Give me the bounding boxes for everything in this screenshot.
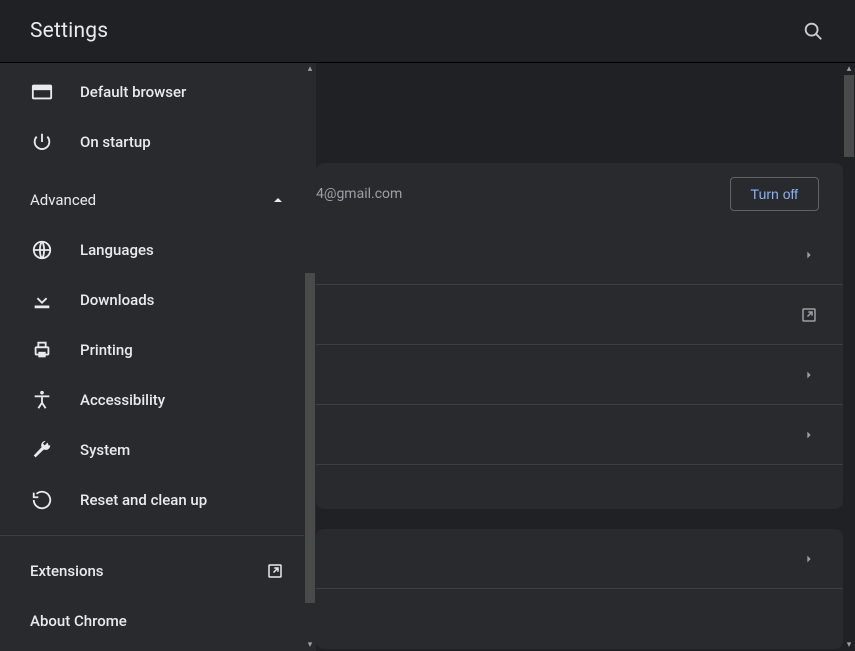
sync-card: 4@gmail.com Turn off <box>316 163 843 509</box>
chevron-right-icon <box>799 425 819 445</box>
sidebar-scrollbar[interactable]: ▴ ▾ <box>304 63 316 651</box>
settings-row[interactable] <box>316 225 843 285</box>
sidebar-bottom: Extensions About Chrome <box>0 535 304 646</box>
sidebar-item-label: On startup <box>80 133 284 151</box>
external-link-icon <box>266 562 284 580</box>
sidebar-item-label: Languages <box>80 241 284 259</box>
search-button[interactable] <box>801 19 825 43</box>
spacer <box>316 465 843 509</box>
sidebar-section-advanced[interactable]: Advanced <box>0 175 304 225</box>
sidebar-item-label: Default browser <box>80 83 284 101</box>
sidebar-item-label: Printing <box>80 341 284 359</box>
sidebar-item-extensions[interactable]: Extensions <box>0 546 304 596</box>
settings-row[interactable] <box>316 589 843 649</box>
scroll-down-icon[interactable]: ▾ <box>843 639 855 651</box>
main: 4@gmail.com Turn off <box>316 63 855 651</box>
printer-icon <box>30 338 54 362</box>
sidebar-item-default-browser[interactable]: Default browser <box>0 67 304 117</box>
sidebar-item-label: Extensions <box>30 562 266 580</box>
sidebar-list: Default browser On startup Advanced <box>0 63 304 651</box>
scroll-up-icon[interactable]: ▴ <box>843 63 855 75</box>
chevron-right-icon <box>799 549 819 569</box>
chevron-right-icon <box>799 365 819 385</box>
sync-email: 4@gmail.com <box>316 186 730 202</box>
sidebar-item-accessibility[interactable]: Accessibility <box>0 375 304 425</box>
sidebar-item-printing[interactable]: Printing <box>0 325 304 375</box>
sidebar-item-system[interactable]: System <box>0 425 304 475</box>
sidebar-item-label: Accessibility <box>80 391 284 409</box>
external-link-icon <box>799 305 819 325</box>
sync-row: 4@gmail.com Turn off <box>316 163 843 225</box>
chevron-right-icon <box>799 245 819 265</box>
turn-off-button[interactable]: Turn off <box>730 177 819 211</box>
sidebar-item-label: System <box>80 441 284 459</box>
settings-row[interactable] <box>316 529 843 589</box>
sidebar-section-label: Advanced <box>30 191 272 209</box>
scroll-down-icon[interactable]: ▾ <box>304 639 316 651</box>
settings-card <box>316 529 843 649</box>
sidebar-item-downloads[interactable]: Downloads <box>0 275 304 325</box>
sidebar-item-label: Reset and clean up <box>80 491 284 509</box>
settings-row[interactable] <box>316 345 843 405</box>
scrollbar-thumb[interactable] <box>305 273 315 603</box>
scroll-up-icon[interactable]: ▴ <box>304 63 316 75</box>
browser-icon <box>30 80 54 104</box>
sidebar-item-languages[interactable]: Languages <box>0 225 304 275</box>
search-icon <box>802 20 824 42</box>
body: Default browser On startup Advanced <box>0 62 855 651</box>
download-icon <box>30 288 54 312</box>
wrench-icon <box>30 438 54 462</box>
sidebar-item-about[interactable]: About Chrome <box>0 596 304 646</box>
sidebar-item-label: Downloads <box>80 291 284 309</box>
main-content: 4@gmail.com Turn off <box>316 63 843 651</box>
sidebar-item-reset[interactable]: Reset and clean up <box>0 475 304 525</box>
topbar: Settings <box>0 0 855 62</box>
page-title: Settings <box>30 19 108 43</box>
settings-row[interactable] <box>316 405 843 465</box>
chevron-up-icon <box>272 194 284 206</box>
main-scrollbar[interactable]: ▴ ▾ <box>843 63 855 651</box>
globe-icon <box>30 238 54 262</box>
sidebar-item-label: About Chrome <box>30 612 284 630</box>
sidebar-item-on-startup[interactable]: On startup <box>0 117 304 167</box>
scrollbar-thumb[interactable] <box>844 75 854 157</box>
sidebar: Default browser On startup Advanced <box>0 63 316 651</box>
power-icon <box>30 130 54 154</box>
settings-row[interactable] <box>316 285 843 345</box>
restore-icon <box>30 488 54 512</box>
accessibility-icon <box>30 388 54 412</box>
